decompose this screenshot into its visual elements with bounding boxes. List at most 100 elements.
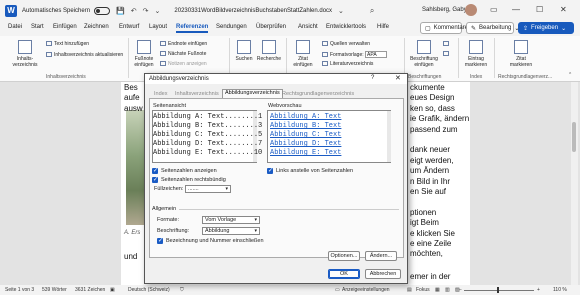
redo-icon[interactable]: ↷ bbox=[143, 7, 149, 15]
share-button[interactable]: ⇪ Freigeben ⌄ bbox=[518, 22, 574, 34]
user-name[interactable]: Sahlsberg, Gaby bbox=[422, 7, 467, 13]
read-mode-icon[interactable]: ▦ bbox=[435, 287, 440, 293]
modify-button[interactable]: Ändern... bbox=[365, 251, 397, 261]
insert-footnote-label: Fußnote einfügen bbox=[134, 56, 154, 68]
right-align-checkbox[interactable] bbox=[152, 176, 158, 183]
autosave-toggle[interactable] bbox=[94, 6, 111, 15]
add-text-icon bbox=[46, 41, 52, 47]
tab-einfuegen[interactable]: Einfügen bbox=[53, 24, 77, 30]
tab-leader-select[interactable]: ....... bbox=[185, 185, 231, 193]
bibliography-button[interactable]: Literaturverzeichnis bbox=[322, 61, 373, 67]
zoom-slider-handle[interactable] bbox=[497, 287, 499, 293]
tab-ansicht[interactable]: Ansicht bbox=[298, 24, 318, 30]
close-icon[interactable]: ✕ bbox=[560, 5, 567, 14]
avatar[interactable] bbox=[465, 4, 477, 16]
tab-table-of-authorities[interactable]: Rechtsgrundlagenverzeichnis bbox=[282, 91, 354, 97]
show-notes-button[interactable]: Notizen anzeigen bbox=[160, 61, 207, 67]
save-icon[interactable]: 💾 bbox=[116, 7, 125, 15]
doc-line: en Sie auf bbox=[410, 187, 447, 197]
page-count[interactable]: Seite 1 von 3 bbox=[5, 287, 34, 293]
tab-referenzen[interactable]: Referenzen bbox=[176, 24, 209, 33]
toc-button[interactable]: Inhalts- verzeichnis bbox=[8, 40, 42, 68]
zoom-slider[interactable] bbox=[464, 290, 534, 291]
group-label-index: Index bbox=[470, 74, 483, 80]
ribbon-separator bbox=[286, 38, 287, 78]
close-icon[interactable]: ✕ bbox=[395, 74, 401, 82]
accessibility-icon[interactable]: ⛉ bbox=[180, 287, 184, 293]
doc-line: ckumente bbox=[410, 83, 445, 92]
options-button[interactable]: Optionen... bbox=[328, 251, 360, 261]
ribbon-display-icon[interactable]: ▭ bbox=[490, 5, 498, 14]
display-settings-icon[interactable]: ▭ bbox=[335, 287, 340, 293]
tab-entwicklertools[interactable]: Entwicklertools bbox=[326, 24, 366, 30]
undo-icon[interactable]: ↶ bbox=[131, 7, 137, 15]
insert-endnote-button[interactable]: Endnote einfügen bbox=[160, 41, 207, 47]
proofing-icon[interactable]: ▣ bbox=[110, 287, 115, 293]
show-page-numbers-checkbox[interactable] bbox=[152, 167, 158, 174]
hyperlinks-checkbox[interactable] bbox=[267, 167, 273, 174]
mark-entry-button[interactable]: Eintrag markieren bbox=[461, 40, 491, 68]
ok-button[interactable]: OK bbox=[328, 269, 360, 279]
researcher-button[interactable]: Recherche bbox=[256, 40, 282, 62]
search-ribbon-button[interactable]: Suchen bbox=[233, 40, 255, 62]
insert-footnote-button[interactable]: Fußnote einfügen bbox=[132, 40, 156, 68]
cancel-button[interactable]: Abbrechen bbox=[365, 269, 401, 279]
focus-icon[interactable]: ▤ bbox=[407, 287, 412, 293]
zoom-level[interactable]: 110 % bbox=[553, 287, 567, 293]
vertical-scrollbar[interactable] bbox=[571, 82, 578, 285]
update-table-mini[interactable] bbox=[443, 51, 451, 57]
group-label-captions: Beschriftungen bbox=[408, 74, 442, 80]
ribbon-separator bbox=[404, 38, 405, 78]
manage-sources-button[interactable]: Quellen verwalten bbox=[322, 41, 370, 47]
formats-select[interactable]: Vom Vorlage bbox=[202, 216, 260, 224]
tab-datei[interactable]: Datei bbox=[8, 24, 22, 30]
word-count[interactable]: 539 Wörter bbox=[42, 287, 67, 293]
search-icon[interactable]: ⌕ bbox=[370, 6, 374, 16]
include-label-checkbox[interactable] bbox=[157, 237, 163, 244]
insert-citation-button[interactable]: Zitat einfügen bbox=[290, 40, 316, 68]
zoom-out-icon[interactable]: − bbox=[459, 287, 462, 293]
style-selector[interactable]: Formatvorlage: APA bbox=[322, 51, 388, 58]
help-icon[interactable]: ? bbox=[371, 75, 374, 81]
bibliography-icon bbox=[322, 61, 328, 67]
char-count[interactable]: 3631 Zeichen bbox=[75, 287, 105, 293]
customize-toolbar-icon[interactable]: ⌄ bbox=[155, 7, 161, 15]
tab-zeichnen[interactable]: Zeichnen bbox=[84, 24, 109, 30]
maximize-icon[interactable]: ☐ bbox=[536, 5, 543, 14]
print-entry: Abbildung D: Text........7 bbox=[153, 140, 263, 148]
insert-caption-button[interactable]: Beschriftung einfügen bbox=[406, 40, 442, 68]
language-label[interactable]: Deutsch (Schweiz) bbox=[128, 287, 170, 293]
tab-table-of-figures[interactable]: Abbildungsverzeichnis bbox=[222, 89, 283, 98]
tab-layout[interactable]: Layout bbox=[149, 24, 167, 30]
title-dropdown-icon[interactable]: ⌄ bbox=[338, 7, 344, 15]
caption-select[interactable]: Abbildung bbox=[202, 227, 260, 235]
web-preview-scrollbar[interactable] bbox=[387, 111, 391, 162]
scrollbar-thumb[interactable] bbox=[572, 122, 576, 152]
zoom-in-icon[interactable]: + bbox=[537, 287, 540, 293]
print-layout-icon[interactable]: ▥ bbox=[445, 287, 450, 293]
display-settings[interactable]: Anzeigeeinstellungen bbox=[342, 287, 390, 293]
minimize-icon[interactable]: — bbox=[512, 5, 520, 14]
doc-text-bottom: emer in der bbox=[410, 272, 451, 281]
tab-start[interactable]: Start bbox=[31, 24, 44, 30]
editing-mode-button[interactable]: ✎ Bearbeitung ⌄ bbox=[466, 22, 519, 34]
researcher-icon bbox=[262, 40, 276, 54]
menu-bar: Datei Start Einfügen Zeichnen Entwurf La… bbox=[0, 21, 580, 36]
tab-ueberpruefen[interactable]: Überprüfen bbox=[256, 24, 286, 30]
mark-citation-button[interactable]: Zitat markieren bbox=[506, 40, 536, 68]
tab-sendungen[interactable]: Sendungen bbox=[216, 24, 247, 30]
collapse-ribbon-icon[interactable]: ⌃ bbox=[568, 72, 572, 78]
table-of-figures-mini[interactable] bbox=[443, 41, 451, 47]
update-toc-button[interactable]: Inhaltsverzeichnis aktualisieren bbox=[46, 52, 123, 58]
doc-line: möchten, bbox=[410, 249, 443, 259]
style-select[interactable]: APA bbox=[365, 51, 388, 58]
comments-button[interactable]: ▢ Kommentare bbox=[420, 22, 468, 34]
focus-button[interactable]: Fokus bbox=[416, 287, 430, 293]
tab-entwurf[interactable]: Entwurf bbox=[119, 24, 139, 30]
add-text-button[interactable]: Text hinzufügen bbox=[46, 41, 89, 47]
tab-index[interactable]: Index bbox=[154, 91, 167, 97]
next-footnote-button[interactable]: Nächste Fußnote bbox=[160, 51, 206, 57]
tab-hilfe[interactable]: Hilfe bbox=[377, 24, 389, 30]
show-notes-label: Notizen anzeigen bbox=[168, 61, 207, 67]
tab-toc[interactable]: Inhaltsverzeichnis bbox=[175, 91, 219, 97]
